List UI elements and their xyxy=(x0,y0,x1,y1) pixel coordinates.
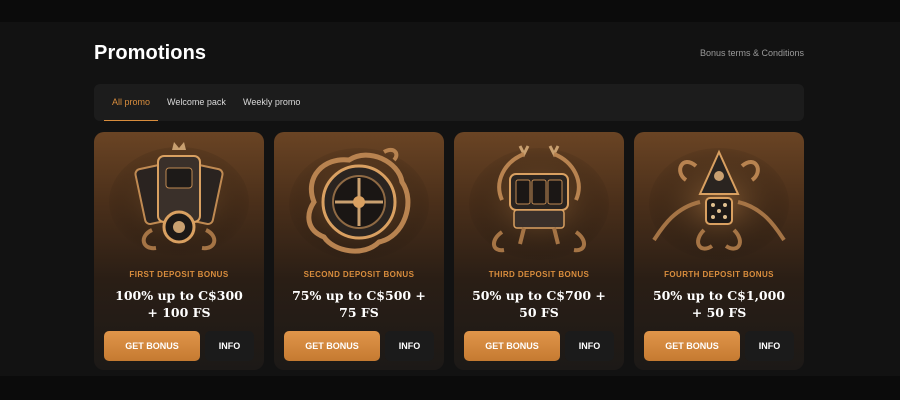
slot-machine-icon xyxy=(454,132,624,267)
promo-card-second-deposit: SECOND DEPOSIT BONUS 75% up to C$500 + 7… xyxy=(274,132,444,370)
bonus-terms-link[interactable]: Bonus terms & Conditions xyxy=(700,48,804,58)
card-offer: 75% up to C$500 + 75 FS xyxy=(292,288,426,320)
card-label: FOURTH DEPOSIT BONUS xyxy=(664,270,774,279)
bottom-bar xyxy=(0,376,900,400)
card-offer: 100% up to C$300 + 100 FS xyxy=(115,288,243,320)
get-bonus-button[interactable]: GET BONUS xyxy=(644,331,740,361)
get-bonus-button[interactable]: GET BONUS xyxy=(464,331,560,361)
card-offer: 50% up to C$1,000 + 50 FS xyxy=(652,288,786,320)
info-button[interactable]: INFO xyxy=(205,331,254,361)
card-offer: 50% up to C$700 + 50 FS xyxy=(472,288,606,320)
card-label: THIRD DEPOSIT BONUS xyxy=(488,270,590,279)
dice-snake-icon xyxy=(634,132,804,267)
get-bonus-button[interactable]: GET BONUS xyxy=(284,331,380,361)
tab-welcome-pack[interactable]: Welcome pack xyxy=(167,84,226,121)
promotions-header: Promotions Bonus terms & Conditions xyxy=(94,22,804,84)
get-bonus-button[interactable]: GET BONUS xyxy=(104,331,200,361)
roulette-snake-icon xyxy=(274,132,444,267)
promo-tabs: All promo Welcome pack Weekly promo xyxy=(94,84,804,121)
card-label: SECOND DEPOSIT BONUS xyxy=(303,270,415,279)
page-title: Promotions xyxy=(94,42,207,64)
info-button[interactable]: INFO xyxy=(565,331,614,361)
promotions-section: Promotions Bonus terms & Conditions All … xyxy=(94,22,804,370)
tab-weekly-promo[interactable]: Weekly promo xyxy=(243,84,300,121)
tab-all-promo[interactable]: All promo xyxy=(103,84,159,121)
info-button[interactable]: INFO xyxy=(745,331,794,361)
card-label: FIRST DEPOSIT BONUS xyxy=(129,270,229,279)
promo-cards: FIRST DEPOSIT BONUS 100% up to C$300 + 1… xyxy=(94,132,804,370)
info-button[interactable]: INFO xyxy=(385,331,434,361)
promo-card-third-deposit: THIRD DEPOSIT BONUS 50% up to C$700 + 50… xyxy=(454,132,624,370)
promo-card-first-deposit: FIRST DEPOSIT BONUS 100% up to C$300 + 1… xyxy=(94,132,264,370)
top-bar xyxy=(0,0,900,22)
cards-crown-icon xyxy=(94,132,264,267)
promo-card-fourth-deposit: FOURTH DEPOSIT BONUS 50% up to C$1,000 +… xyxy=(634,132,804,370)
